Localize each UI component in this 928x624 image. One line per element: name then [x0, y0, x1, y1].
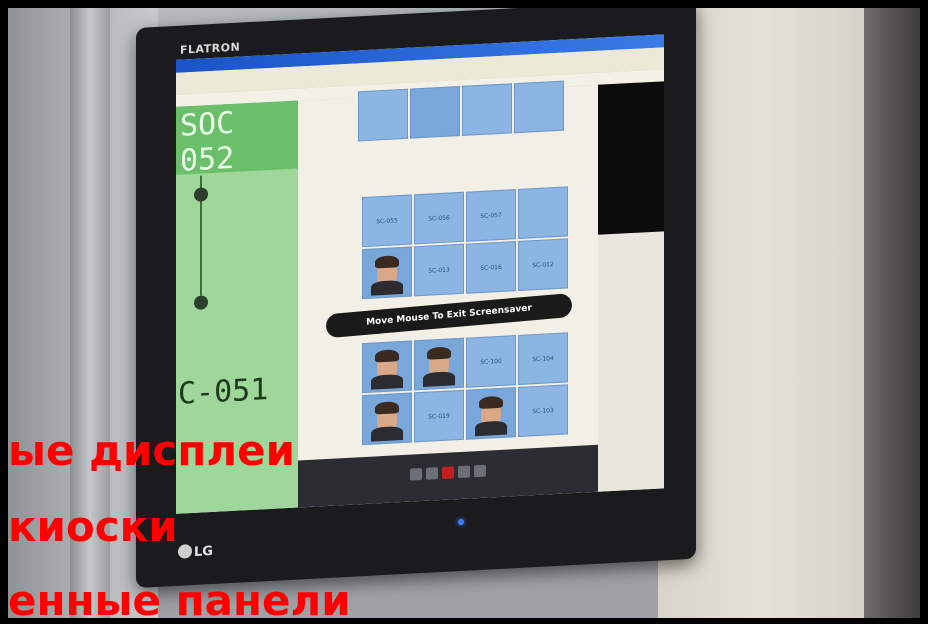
nav-button-active[interactable] — [442, 466, 454, 479]
seat-cell-photo[interactable] — [362, 340, 412, 394]
seat-cell[interactable]: SC-019 — [414, 389, 464, 443]
photograph: FLATRON SOC 052 C-051 SC-055 SC-056 SC-0… — [8, 8, 920, 618]
nav-button[interactable] — [426, 467, 438, 480]
person-photo — [377, 258, 397, 288]
nav-button[interactable] — [474, 464, 486, 478]
nav-button[interactable] — [458, 465, 470, 479]
seat-cell-photo[interactable] — [362, 392, 412, 446]
zoom-slider-end[interactable] — [194, 295, 208, 310]
room-code-top: SOC 052 — [180, 105, 235, 179]
zoom-slider-knob[interactable] — [194, 187, 208, 202]
overlay-line-1: ые дисплеи — [8, 426, 296, 475]
person-photo — [377, 404, 397, 434]
kiosk-floor-map: SC-055 SC-056 SC-057 SC-013 SC-016 SC-01… — [298, 80, 598, 461]
seat-cell-photo[interactable] — [362, 246, 412, 300]
monitor: FLATRON SOC 052 C-051 SC-055 SC-056 SC-0… — [136, 8, 696, 588]
kiosk-right-lower — [598, 231, 664, 495]
person-photo — [377, 352, 397, 382]
seat-cell[interactable] — [358, 88, 408, 142]
seat-cell[interactable]: SC-013 — [414, 243, 464, 297]
cubicle-wall-edge — [864, 8, 920, 618]
kiosk-right-panel — [598, 81, 664, 495]
seat-cell[interactable]: SC-057 — [466, 189, 516, 242]
seat-cell[interactable]: SC-016 — [466, 241, 516, 294]
seat-cell-photo[interactable] — [414, 337, 464, 391]
seat-grid-lower: SC-100 SC-104 SC-019 SC-103 — [362, 332, 568, 446]
seat-cell[interactable]: SC-100 — [466, 335, 516, 388]
seat-cell[interactable] — [514, 80, 564, 134]
monitor-brand-top: FLATRON — [180, 40, 241, 57]
nav-button[interactable] — [410, 468, 422, 481]
seat-grid-middle: SC-055 SC-056 SC-057 SC-013 SC-016 SC-01… — [362, 186, 568, 300]
person-photo — [481, 398, 501, 428]
seat-cell[interactable]: SC-056 — [414, 191, 464, 245]
power-led-icon — [458, 518, 464, 526]
lg-logo-icon — [178, 544, 192, 559]
photo-frame: FLATRON SOC 052 C-051 SC-055 SC-056 SC-0… — [0, 0, 928, 624]
kiosk-left-header: SOC 052 — [176, 100, 298, 179]
seat-cell[interactable]: SC-012 — [518, 238, 568, 291]
seat-cell[interactable]: SC-104 — [518, 332, 568, 385]
seat-grid-upper — [358, 80, 564, 142]
overlay-line-2: киоски — [8, 502, 178, 551]
room-code: C-051 — [178, 372, 269, 412]
seat-cell[interactable]: SC-103 — [518, 384, 568, 437]
person-photo — [429, 349, 449, 379]
seat-cell[interactable]: SC-055 — [362, 194, 412, 248]
seat-cell-photo[interactable] — [466, 387, 516, 440]
seat-cell[interactable] — [518, 186, 568, 239]
monitor-brand-bottom: LG — [194, 543, 213, 560]
seat-cell[interactable] — [462, 83, 512, 136]
seat-cell-photo[interactable] — [410, 86, 460, 139]
overlay-line-3: енные панели — [8, 576, 351, 619]
